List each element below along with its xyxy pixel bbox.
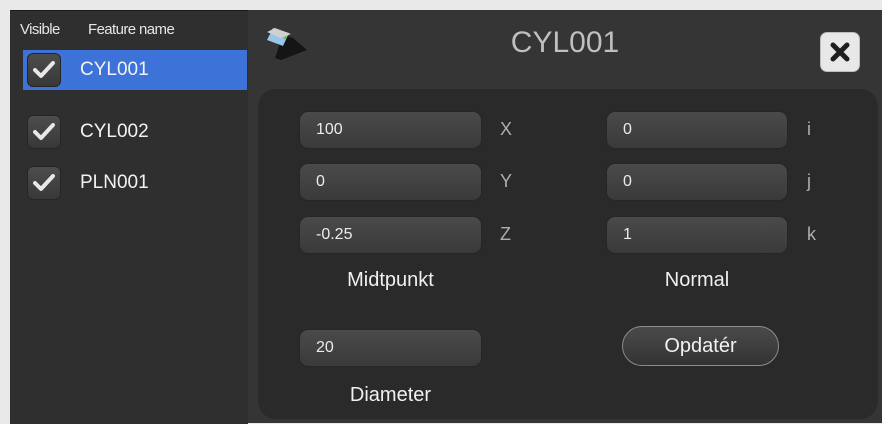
close-icon: [830, 42, 850, 62]
checkmark-icon: [33, 123, 55, 140]
normal-i-input[interactable]: [606, 111, 788, 149]
j-axis-label: j: [807, 171, 811, 191]
feature-name: PLN001: [80, 172, 149, 193]
k-axis-label: k: [807, 224, 816, 244]
feature-row-cyl001[interactable]: CYL001: [23, 50, 247, 90]
feature-row-cyl002[interactable]: CYL002: [23, 112, 247, 152]
feature-list-header: Visible Feature name: [10, 11, 248, 49]
checkmark-icon: [33, 61, 55, 78]
feature-detail-pane: CYL001 X i Y j Z k Midtpunkt Normal Diam…: [248, 10, 882, 423]
update-button[interactable]: Opdatér: [622, 326, 779, 366]
close-button[interactable]: [820, 32, 860, 72]
feature-title: CYL001: [510, 26, 620, 59]
visible-checkbox[interactable]: [27, 166, 61, 200]
midpoint-caption: Midtpunkt: [347, 269, 434, 291]
visible-checkbox[interactable]: [27, 115, 61, 149]
visible-column-header: Visible: [20, 21, 60, 38]
normal-j-input[interactable]: [606, 163, 788, 201]
z-axis-label: Z: [500, 224, 511, 244]
feature-name: CYL002: [80, 121, 149, 142]
normal-caption: Normal: [664, 269, 730, 291]
normal-k-input[interactable]: [606, 216, 788, 254]
i-axis-label: i: [807, 119, 811, 139]
feature-row-pln001[interactable]: PLN001: [23, 163, 247, 203]
diameter-input[interactable]: [299, 329, 482, 367]
parameters-panel: X i Y j Z k Midtpunkt Normal Diameter Op…: [258, 89, 878, 419]
checkmark-icon: [33, 174, 55, 191]
visible-checkbox[interactable]: [27, 53, 61, 87]
y-axis-label: Y: [500, 171, 513, 191]
diameter-caption: Diameter: [349, 384, 432, 406]
feature-name-column-header: Feature name: [88, 21, 175, 38]
x-axis-label: X: [500, 119, 513, 139]
midpoint-z-input[interactable]: [299, 216, 482, 254]
midpoint-y-input[interactable]: [299, 163, 482, 201]
midpoint-x-input[interactable]: [299, 111, 482, 149]
feature-name: CYL001: [80, 59, 149, 80]
feature-list-sidebar: Visible Feature name CYL001 CYL002 PLN00…: [10, 10, 248, 424]
